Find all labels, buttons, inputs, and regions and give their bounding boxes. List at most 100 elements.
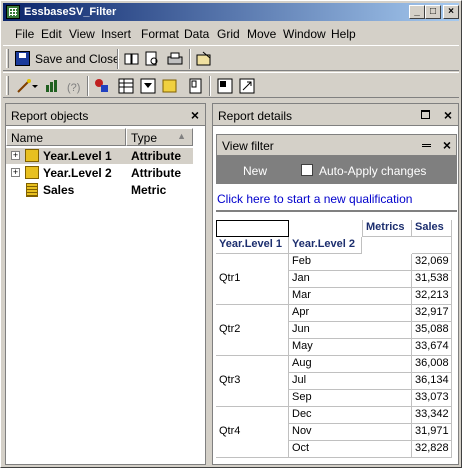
report-details-title: Report details <box>218 109 293 123</box>
print-icon[interactable] <box>166 50 184 68</box>
app-window: EssbaseSV_Filter _ □ × File Edit View In… <box>0 0 462 468</box>
toolbar-grip[interactable] <box>6 76 9 95</box>
year-level-1-header[interactable]: Year.Level 1 <box>216 237 289 254</box>
menu-data[interactable]: Data <box>184 27 209 41</box>
svg-text:(?): (?) <box>67 82 80 94</box>
filter-icon[interactable] <box>139 77 157 95</box>
question-icon[interactable]: (?) <box>65 77 83 95</box>
month-cell[interactable]: Feb <box>289 254 412 271</box>
new-qualification-link[interactable]: Click here to start a new qualification <box>217 192 412 206</box>
quarter-cell[interactable]: Qtr3 <box>216 356 289 407</box>
month-cell[interactable]: Aug <box>289 356 412 373</box>
menu-bar: File Edit View Insert Format Data Grid M… <box>3 23 459 43</box>
month-cell[interactable]: Sep <box>289 390 412 407</box>
menu-file[interactable]: File <box>15 27 34 41</box>
close-filter-icon[interactable]: × <box>443 137 451 153</box>
sales-value[interactable]: 32,069 <box>412 254 452 271</box>
new-filter-button[interactable]: New <box>243 164 267 178</box>
auto-apply-checkbox[interactable] <box>301 164 313 176</box>
view-filter-header: View filter × <box>216 134 457 156</box>
filter-toolbar: New Auto-Apply changes <box>216 156 457 184</box>
sales-value[interactable]: 31,538 <box>412 271 452 288</box>
month-cell[interactable]: Apr <box>289 305 412 322</box>
minimize-button[interactable]: _ <box>409 5 425 19</box>
month-cell[interactable]: Oct <box>289 441 412 458</box>
sales-value[interactable]: 32,213 <box>412 288 452 305</box>
title-bar[interactable]: EssbaseSV_Filter _ □ × <box>3 3 459 21</box>
splitter[interactable] <box>216 210 457 212</box>
maximize-panel-icon[interactable] <box>421 110 430 119</box>
menu-help[interactable]: Help <box>331 27 356 41</box>
month-cell[interactable]: Dec <box>289 407 412 424</box>
metrics-header[interactable]: Metrics <box>362 220 412 237</box>
sales-value[interactable]: 33,674 <box>412 339 452 356</box>
print-preview-icon[interactable] <box>143 50 161 68</box>
properties-icon[interactable] <box>195 50 213 68</box>
header-spacer <box>412 237 452 254</box>
object-type: Metric <box>131 183 167 197</box>
toolbar-separator <box>87 76 89 96</box>
sales-value[interactable]: 33,342 <box>412 407 452 424</box>
toolbar-grip[interactable] <box>6 49 9 68</box>
quarter-cell[interactable]: Qtr2 <box>216 305 289 356</box>
object-type: Attribute <box>131 166 181 180</box>
type-column-header[interactable]: Type ▲ <box>126 128 193 146</box>
sales-value[interactable]: 35,088 <box>412 322 452 339</box>
metric-icon <box>26 183 38 197</box>
close-panel-icon[interactable]: × <box>191 107 199 123</box>
sales-value[interactable]: 31,971 <box>412 424 452 441</box>
attribute-icon <box>25 149 39 162</box>
corner-cell[interactable] <box>216 220 289 237</box>
quarter-cell[interactable]: Qtr1 <box>216 254 289 305</box>
menu-grid[interactable]: Grid <box>217 27 240 41</box>
arrow-link-icon[interactable] <box>238 77 256 95</box>
quarter-cell[interactable]: Qtr4 <box>216 407 289 458</box>
month-cell[interactable]: Jan <box>289 271 412 288</box>
save-and-close-label: Save and Close <box>35 52 120 66</box>
menu-move[interactable]: Move <box>247 27 276 41</box>
report-objects-header: Report objects × <box>6 104 205 126</box>
month-cell[interactable]: Jun <box>289 322 412 339</box>
month-cell[interactable]: Mar <box>289 288 412 305</box>
chart-icon[interactable] <box>43 77 61 95</box>
close-button[interactable]: × <box>443 5 459 19</box>
close-panel-icon[interactable]: × <box>444 107 452 123</box>
sales-value[interactable]: 32,828 <box>412 441 452 458</box>
tree-item-sales[interactable]: Sales Metric <box>6 182 193 198</box>
month-cell[interactable]: Jul <box>289 373 412 390</box>
name-column-header[interactable]: Name <box>6 128 126 146</box>
year-level-2-header[interactable]: Year.Level 2 <box>289 237 362 254</box>
maximize-button[interactable]: □ <box>425 5 441 19</box>
menu-edit[interactable]: Edit <box>41 27 62 41</box>
sales-header[interactable]: Sales <box>412 220 452 237</box>
report-objects-panel: Report objects × Name Type ▲ + Year.Level… <box>5 103 206 465</box>
sales-value[interactable]: 36,134 <box>412 373 452 390</box>
object-name: Sales <box>43 183 75 197</box>
shapes-icon[interactable] <box>93 77 111 95</box>
open-book-icon[interactable] <box>123 50 141 68</box>
month-cell[interactable]: May <box>289 339 412 356</box>
minimize-filter-icon[interactable] <box>422 144 431 147</box>
menu-view[interactable]: View <box>69 27 95 41</box>
dropdown-arrow-icon[interactable] <box>31 77 39 95</box>
tree-item-year-level-1[interactable]: + Year.Level 1 Attribute <box>6 148 193 164</box>
column-headers: Name Type ▲ <box>6 128 205 146</box>
grid-view-icon[interactable] <box>117 77 135 95</box>
menu-window[interactable]: Window <box>283 27 326 41</box>
menu-format[interactable]: Format <box>141 27 179 41</box>
menu-insert[interactable]: Insert <box>101 27 131 41</box>
sales-value[interactable]: 33,073 <box>412 390 452 407</box>
month-cell[interactable]: Nov <box>289 424 412 441</box>
grid-app-icon <box>6 5 20 19</box>
expand-icon[interactable]: + <box>11 168 20 177</box>
sales-value[interactable]: 32,917 <box>412 305 452 322</box>
object-type: Attribute <box>131 149 181 163</box>
page-icon[interactable] <box>187 77 205 95</box>
object-name: Year.Level 1 <box>43 149 112 163</box>
expand-icon[interactable]: + <box>11 151 20 160</box>
note-icon[interactable] <box>161 77 179 95</box>
tree-item-year-level-2[interactable]: + Year.Level 2 Attribute <box>6 165 193 181</box>
toolbar-separator <box>189 49 191 69</box>
sales-value[interactable]: 36,008 <box>412 356 452 373</box>
drill-icon[interactable] <box>216 77 234 95</box>
